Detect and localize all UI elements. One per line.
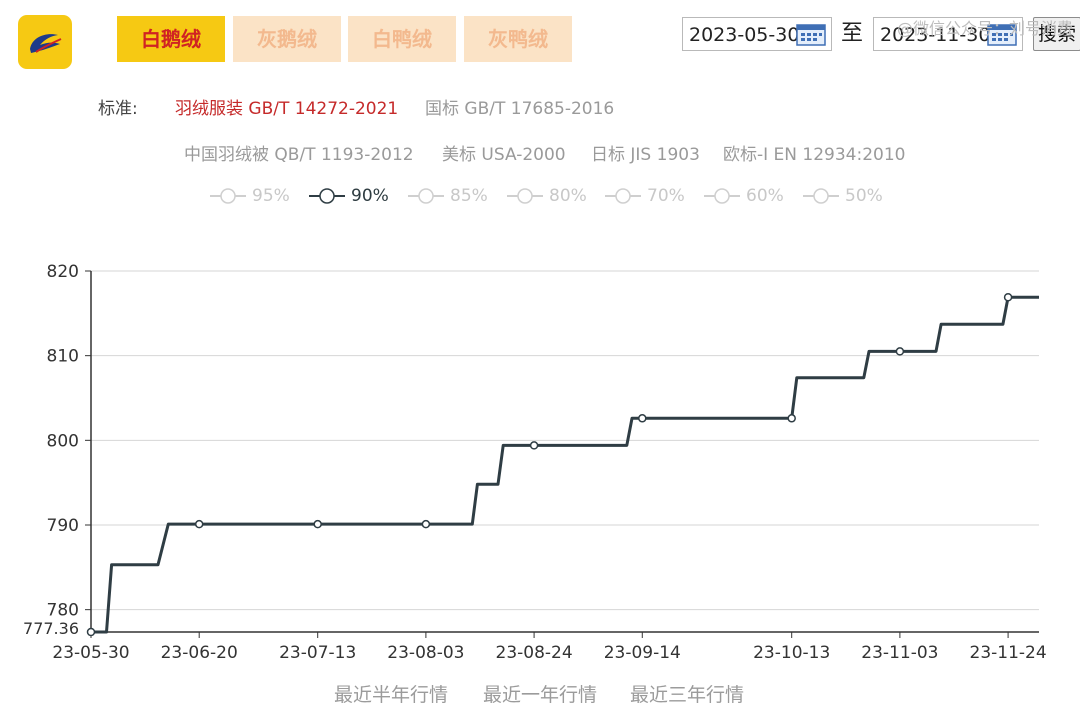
x-tick-label: 23-08-03 [387, 643, 464, 663]
x-tick-label: 23-05-30 [52, 643, 129, 663]
data-point [1003, 292, 1013, 302]
y-tick-label: 790 [47, 516, 79, 536]
data-point [421, 519, 431, 529]
price-chart: 780 790 800 810 820 777.36 23-05-30 23-06-20 23-… [23, 262, 1047, 663]
range-one-year-link[interactable]: 最近一年行情 [483, 680, 597, 707]
x-tick-label: 23-09-14 [604, 643, 681, 663]
y-tick-label: 820 [47, 262, 79, 282]
range-half-year-link[interactable]: 最近半年行情 [334, 680, 448, 707]
x-tick-label: 23-11-03 [861, 643, 938, 663]
series-line [91, 295, 1039, 634]
x-tick-label: 23-08-24 [496, 643, 573, 663]
data-point [787, 414, 796, 423]
x-tick-label: 23-06-20 [161, 643, 238, 663]
y-tick-label: 810 [47, 347, 79, 367]
x-tick-label: 23-10-13 [753, 643, 830, 663]
data-point [86, 627, 96, 637]
data-point [638, 414, 647, 423]
y-min-label: 777.36 [23, 619, 79, 638]
data-point [313, 519, 322, 529]
data-point [529, 441, 539, 450]
y-tick-label: 780 [47, 601, 79, 621]
x-tick-label: 23-11-24 [970, 643, 1047, 663]
y-tick-label: 800 [47, 431, 79, 451]
data-point [895, 347, 905, 356]
range-three-year-link[interactable]: 最近三年行情 [630, 680, 744, 707]
data-point [194, 519, 204, 529]
x-tick-label: 23-07-13 [279, 643, 356, 663]
